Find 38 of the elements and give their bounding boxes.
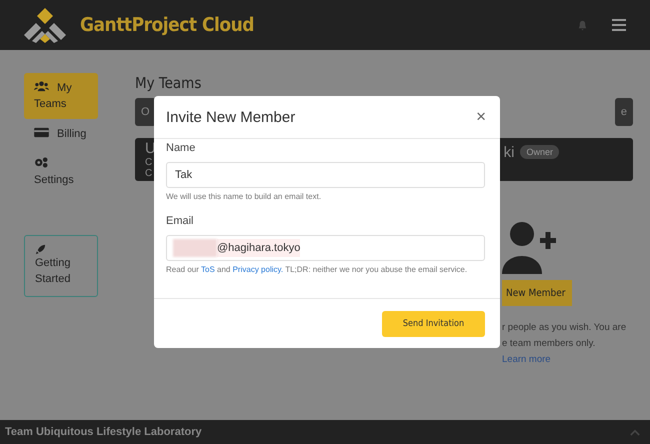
- users-icon: [34, 81, 49, 92]
- terms-link[interactable]: ToS: [201, 265, 215, 274]
- blurred-text: [173, 239, 217, 257]
- getting-started-card[interactable]: Getting Started: [24, 235, 98, 297]
- close-button[interactable]: ×: [474, 107, 488, 127]
- learn-more-link[interactable]: Learn more: [502, 352, 626, 368]
- email-field[interactable]: @hagihara.tokyo: [166, 235, 485, 261]
- brand-name: GanttProject Cloud: [80, 14, 254, 36]
- card-text: C: [145, 157, 154, 168]
- member-name: ki: [504, 144, 514, 161]
- name-field[interactable]: Tak: [166, 162, 485, 188]
- dialog-title: Invite New Member: [166, 108, 296, 126]
- terms-link[interactable]: Privacy policy.: [232, 265, 284, 274]
- field-label: Name: [166, 141, 196, 155]
- gears-icon: [34, 157, 49, 168]
- card-text: C: [145, 168, 154, 179]
- sidebar-item[interactable]: My Teams: [24, 73, 98, 119]
- new-member-button[interactable]: New Member: [502, 280, 572, 306]
- bell-icon[interactable]: [577, 20, 588, 30]
- terms-text: Read our ToS and Privacy policy. TL;DR: neither we nor you abuse the email service.: [166, 264, 468, 276]
- team-button[interactable]: e: [614, 98, 633, 126]
- field-label: Email: [166, 214, 195, 228]
- team-name: Team Ubiquitous Lifestyle Laboratory: [5, 426, 202, 438]
- credit-card-icon: [34, 127, 49, 138]
- getting-started-label: Getting Started: [35, 256, 72, 287]
- sidebar-item[interactable]: Settings: [24, 149, 98, 195]
- page-title: My Teams: [135, 74, 202, 94]
- chevron-up-icon[interactable]: [630, 428, 640, 436]
- team-button[interactable]: O: [135, 98, 156, 126]
- menu-icon[interactable]: [612, 19, 626, 31]
- add-user-icon: [502, 220, 556, 274]
- send-invitation-button[interactable]: Send Invitation: [382, 310, 485, 336]
- hint-text: We will use this name to build an email text.: [166, 191, 322, 203]
- info-text: r people as you wish. You are: [502, 321, 626, 335]
- owner-badge: Owner: [520, 145, 559, 159]
- sidebar-item[interactable]: Billing: [24, 119, 98, 149]
- info-text: e team members only.: [502, 337, 596, 351]
- logo-icon: [22, 7, 68, 43]
